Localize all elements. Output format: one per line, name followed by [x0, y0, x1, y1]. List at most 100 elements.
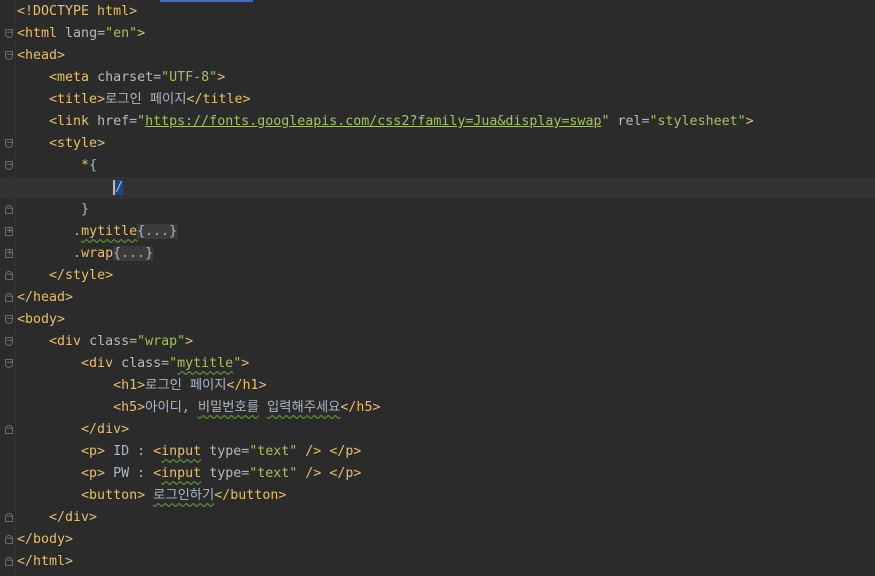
code-line-11[interactable]: + .mytitle{...} — [0, 221, 875, 243]
code-text: <div class="mytitle"> — [17, 353, 249, 375]
code-text: <div class="wrap"> — [17, 331, 193, 353]
code-line-26[interactable]: − </html> — [0, 551, 875, 573]
code-token: <style> — [49, 136, 106, 151]
code-line-25[interactable]: − </body> — [0, 529, 875, 551]
fold-collapse-icon[interactable]: − — [5, 359, 14, 368]
code-token: / — [113, 180, 124, 195]
code-token: <h5> — [113, 400, 146, 415]
code-line-24[interactable]: − </div> — [0, 507, 875, 529]
code-line-8[interactable]: − *{ — [0, 155, 875, 177]
code-text: .mytitle{...} — [17, 221, 178, 243]
code-token: = — [129, 114, 138, 129]
code-line-13[interactable]: − </style> — [0, 265, 875, 287]
code-line-21[interactable]: <p> ID : <input type="text" /> </p> — [0, 441, 875, 463]
code-line-17[interactable]: − <div class="mytitle"> — [0, 353, 875, 375]
code-token: type — [209, 444, 242, 459]
fold-collapse-icon[interactable]: − — [5, 513, 14, 522]
code-token: </h1> — [226, 378, 267, 393]
fold-expand-icon[interactable]: + — [5, 227, 14, 236]
code-editor[interactable]: <!DOCTYPE html> − <html lang="en"> − <head> … — [0, 0, 875, 576]
code-line-12[interactable]: + .wrap{...} — [0, 243, 875, 265]
fold-collapse-icon[interactable]: − — [5, 29, 14, 38]
code-text: </style> — [17, 265, 113, 287]
code-line-5[interactable]: <title>로그인 페이지</title> — [0, 89, 875, 111]
code-line-2[interactable]: − <html lang="en"> — [0, 23, 875, 45]
fold-expand-icon[interactable]: + — [5, 249, 14, 258]
fold-collapse-icon[interactable]: − — [5, 557, 14, 566]
code-line-15[interactable]: − <body> — [0, 309, 875, 331]
code-token: 입력해주세요 — [267, 400, 341, 415]
fold-collapse-icon[interactable]: − — [5, 535, 14, 544]
code-line-16[interactable]: − <div class="wrap"> — [0, 331, 875, 353]
code-text: *{ — [17, 155, 97, 177]
code-token: "UTF-8" — [161, 70, 218, 85]
code-line-19[interactable]: <h5>아이디, 비밀번호를 입력해주세요</h5> — [0, 397, 875, 419]
code-token: " — [137, 114, 146, 129]
code-token: </div> — [81, 422, 130, 437]
fold-collapse-icon[interactable]: − — [5, 293, 14, 302]
code-line-3[interactable]: − <head> — [0, 45, 875, 67]
code-line-20[interactable]: − </div> — [0, 419, 875, 441]
code-token: class — [89, 334, 130, 349]
code-text: <html lang="en"> — [17, 23, 145, 45]
code-token: https://fonts.googleapis.com/css2?family… — [145, 114, 602, 129]
code-token: PW : — [105, 466, 154, 481]
code-line-6[interactable]: <link href="https://fonts.googleapis.com… — [0, 111, 875, 133]
code-token: href — [97, 114, 130, 129]
code-token: wrap — [81, 246, 114, 261]
code-token: . — [73, 246, 82, 261]
fold-collapse-icon[interactable]: − — [5, 139, 14, 148]
code-line-4[interactable]: <meta charset="UTF-8"> — [0, 67, 875, 89]
code-token: <!DOCTYPE html> — [17, 4, 138, 19]
code-token: {...} — [113, 246, 154, 261]
code-token: </button> — [214, 488, 287, 503]
code-token: </div> — [49, 510, 98, 525]
code-token: </head> — [17, 290, 74, 305]
code-token: <body> — [17, 312, 66, 327]
code-token: <div — [49, 334, 90, 349]
code-text: <link href="https://fonts.googleapis.com… — [17, 111, 754, 133]
code-text: <p> PW : <input type="text" /> </p> — [17, 463, 361, 485]
fold-collapse-icon[interactable]: − — [5, 315, 14, 324]
fold-collapse-icon[interactable]: − — [5, 51, 14, 60]
code-token: </style> — [49, 268, 114, 283]
fold-collapse-icon[interactable]: − — [5, 205, 14, 214]
code-line-18[interactable]: <h1>로그인 페이지</h1> — [0, 375, 875, 397]
code-line-23[interactable]: <button> 로그인하기</button> — [0, 485, 875, 507]
code-line-22[interactable]: <p> PW : <input type="text" /> </p> — [0, 463, 875, 485]
code-text: } — [17, 199, 89, 221]
code-line-10[interactable]: − } — [0, 199, 875, 221]
code-token: " — [233, 356, 242, 371]
code-token: < — [153, 444, 162, 459]
code-token: lang — [65, 26, 98, 41]
code-line-1[interactable]: <!DOCTYPE html> — [0, 1, 875, 23]
code-token: <head> — [17, 48, 66, 63]
fold-collapse-icon[interactable]: − — [5, 271, 14, 280]
code-line-14[interactable]: − </head> — [0, 287, 875, 309]
code-token: 비밀번호를 — [197, 400, 259, 415]
code-token: <html — [17, 26, 66, 41]
code-text: <head> — [17, 45, 65, 67]
code-line-9[interactable]: / — [0, 177, 875, 199]
code-token: > — [241, 356, 250, 371]
fold-collapse-icon[interactable]: − — [5, 161, 14, 170]
fold-collapse-icon[interactable]: − — [5, 337, 14, 346]
code-token: "stylesheet" — [649, 114, 746, 129]
code-text: <p> ID : <input type="text" /> </p> — [17, 441, 361, 463]
code-token: = — [97, 26, 106, 41]
fold-collapse-icon[interactable]: − — [5, 425, 14, 434]
code-line-7[interactable]: − <style> — [0, 133, 875, 155]
code-token: <div — [81, 356, 122, 371]
